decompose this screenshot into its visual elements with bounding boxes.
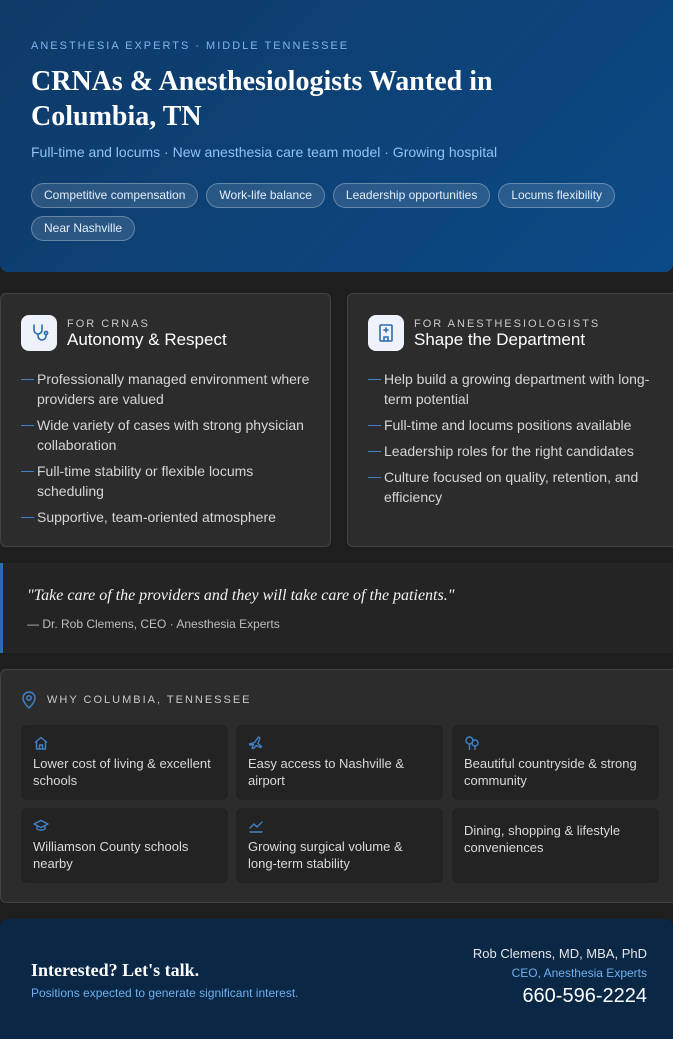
tile-cost-of-living: Lower cost of living & excellent schools bbox=[21, 725, 228, 800]
crna-card: FOR CRNAS Autonomy & Respect Professiona… bbox=[0, 293, 331, 547]
list-item: Supportive, team-oriented atmosphere bbox=[21, 507, 311, 527]
chip-nashville: Near Nashville bbox=[31, 216, 136, 241]
list-item: Professionally managed environment where… bbox=[21, 369, 311, 409]
cta-title: Interested? Let's talk. bbox=[31, 960, 200, 980]
trend-chart-icon bbox=[249, 821, 263, 833]
list-item: Full-time stability or flexible locums s… bbox=[21, 461, 311, 501]
quote-attribution: — Dr. Rob Clemens, CEO · Anesthesia Expe… bbox=[27, 617, 280, 631]
hero-eyebrow: ANESTHESIA EXPERTS · MIDDLE TENNESSEE bbox=[31, 40, 350, 52]
contact-footer: Interested? Let's talk. Positions expect… bbox=[0, 919, 673, 1039]
list-item: Full-time and locums positions available bbox=[368, 415, 650, 435]
why-heading-label: WHY COLUMBIA, TENNESSEE bbox=[47, 694, 252, 706]
plane-icon bbox=[248, 736, 263, 750]
tile-lifestyle: Dining, shopping & lifestyle convenience… bbox=[452, 808, 659, 883]
hero-subhead: Full-time and locums · New anesthesia ca… bbox=[31, 144, 498, 160]
tile-nashville-access: Easy access to Nashville & airport bbox=[236, 725, 443, 800]
graduation-cap-icon bbox=[33, 819, 49, 831]
cta-subtitle: Positions expected to generate significa… bbox=[31, 986, 299, 1000]
why-heading: WHY COLUMBIA, TENNESSEE bbox=[21, 691, 252, 709]
list-item: Culture focused on quality, retention, a… bbox=[368, 467, 650, 507]
quote-text: "Take care of the providers and they wil… bbox=[27, 587, 455, 604]
home-icon bbox=[34, 736, 48, 750]
anesthesiologist-card: FOR ANESTHESIOLOGISTS Shape the Departme… bbox=[347, 293, 673, 547]
tile-schools: Williamson County schools nearby bbox=[21, 808, 228, 883]
list-item: Help build a growing department with lon… bbox=[368, 369, 650, 409]
why-columbia-section: WHY COLUMBIA, TENNESSEE Lower cost of li… bbox=[0, 669, 673, 903]
crna-card-title: Autonomy & Respect bbox=[67, 330, 227, 349]
crna-card-kicker: FOR CRNAS bbox=[67, 318, 150, 330]
map-pin-icon bbox=[22, 691, 36, 709]
trees-icon bbox=[465, 736, 479, 750]
ceo-quote: "Take care of the providers and they wil… bbox=[0, 563, 673, 653]
anes-card-kicker: FOR ANESTHESIOLOGISTS bbox=[414, 318, 601, 330]
chip-work-life: Work-life balance bbox=[206, 183, 325, 208]
contact-block: Rob Clemens, MD, MBA, PhD CEO, Anesthesi… bbox=[473, 946, 647, 1008]
hero-headline: CRNAs & Anesthesiologists Wanted in Colu… bbox=[31, 66, 493, 132]
benefit-chips: Competitive compensation Work-life balan… bbox=[31, 183, 651, 241]
contact-name: Rob Clemens, MD, MBA, PhD bbox=[472, 946, 647, 961]
contact-role: CEO, Anesthesia Experts bbox=[511, 966, 647, 980]
stethoscope-icon bbox=[21, 315, 57, 351]
hospital-icon bbox=[368, 315, 404, 351]
list-item: Wide variety of cases with strong physic… bbox=[21, 415, 311, 455]
tile-surgical-volume: Growing surgical volume & long-term stab… bbox=[236, 808, 443, 883]
anes-benefit-list: Help build a growing department with lon… bbox=[368, 369, 650, 513]
phone-number-link[interactable]: 660-596-2224 bbox=[473, 985, 647, 1008]
tile-countryside: Beautiful countryside & strong community bbox=[452, 725, 659, 800]
hero-banner: ANESTHESIA EXPERTS · MIDDLE TENNESSEE CR… bbox=[0, 0, 673, 272]
crna-benefit-list: Professionally managed environment where… bbox=[21, 369, 311, 533]
chip-locums: Locums flexibility bbox=[498, 183, 616, 208]
list-item: Leadership roles for the right candidate… bbox=[368, 441, 650, 461]
chip-leadership: Leadership opportunities bbox=[332, 183, 491, 208]
chip-compensation: Competitive compensation bbox=[31, 183, 199, 208]
anes-card-title: Shape the Department bbox=[414, 330, 586, 349]
